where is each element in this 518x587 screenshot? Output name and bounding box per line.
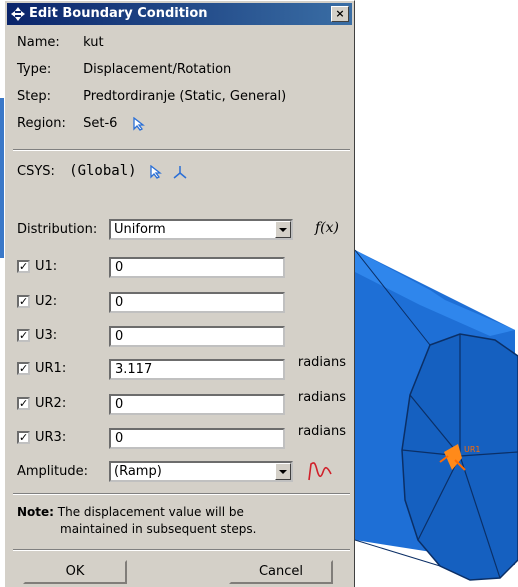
dialog-titlebar[interactable]: Edit Boundary Condition ×: [7, 3, 352, 25]
dof-label: U3:: [35, 328, 58, 343]
step-value: Predtordiranje (Static, General): [83, 89, 287, 104]
chevron-down-icon[interactable]: [275, 463, 291, 480]
distribution-select[interactable]: Uniform: [109, 219, 293, 240]
note-line1: The displacement value will be: [57, 505, 244, 519]
ok-button[interactable]: OK: [23, 560, 127, 584]
region-label: Region:: [17, 116, 66, 131]
note-line2: maintained in subsequent steps.: [60, 522, 257, 536]
edit-boundary-condition-dialog: Edit Boundary Condition × Name: kut Type…: [4, 0, 355, 587]
separator: [13, 549, 350, 551]
dof-checkbox[interactable]: ✓: [17, 431, 30, 444]
distribution-label: Distribution:: [17, 222, 98, 237]
dof-value-field[interactable]: 0: [109, 292, 285, 313]
create-csys-axes-icon[interactable]: [173, 165, 187, 179]
dof-label: U2:: [35, 294, 58, 309]
csys-value: (Global): [69, 163, 137, 179]
separator: [13, 149, 350, 151]
dof-label: UR3:: [35, 430, 67, 445]
note: Note: The displacement value will be mai…: [17, 504, 256, 538]
dof-checkbox[interactable]: ✓: [17, 260, 30, 273]
fx-function-button[interactable]: f(x): [315, 220, 339, 236]
dof-label: UR1:: [35, 361, 67, 376]
dof-label: UR2:: [35, 396, 67, 411]
note-label: Note:: [17, 505, 54, 519]
dof-label: U1:: [35, 259, 58, 274]
name-value: kut: [83, 35, 104, 50]
move-arrows-icon: [11, 7, 25, 21]
amplitude-curve-icon[interactable]: [307, 460, 333, 482]
dof-value-field[interactable]: 0: [109, 394, 285, 415]
dof-value-field[interactable]: 3.117: [109, 359, 285, 380]
dof-checkbox[interactable]: ✓: [17, 329, 30, 342]
name-row: Name: kut: [17, 35, 104, 50]
select-region-arrow-icon[interactable]: [132, 116, 146, 131]
dof-unit-label: radians: [297, 424, 346, 439]
type-value: Displacement/Rotation: [83, 62, 232, 77]
amplitude-value: (Ramp): [114, 464, 162, 479]
csys-label: CSYS:: [17, 164, 55, 179]
distribution-value: Uniform: [114, 222, 166, 237]
amplitude-select[interactable]: (Ramp): [109, 461, 293, 482]
csys-row: CSYS: (Global): [17, 163, 187, 179]
type-label: Type:: [17, 62, 52, 77]
chevron-down-icon[interactable]: [275, 221, 291, 238]
name-label: Name:: [17, 35, 60, 50]
step-label: Step:: [17, 89, 51, 104]
dof-value-field[interactable]: 0: [109, 428, 285, 449]
type-row: Type: Displacement/Rotation: [17, 62, 231, 77]
separator: [13, 493, 350, 495]
step-row: Step: Predtordiranje (Static, General): [17, 89, 286, 104]
dof-value-field[interactable]: 0: [109, 326, 285, 347]
close-button[interactable]: ×: [331, 6, 349, 22]
amplitude-label: Amplitude:: [17, 464, 88, 479]
dof-checkbox[interactable]: ✓: [17, 397, 30, 410]
dof-unit-label: radians: [297, 390, 346, 405]
dof-value-field[interactable]: 0: [109, 257, 285, 278]
dof-unit-label: radians: [297, 355, 346, 370]
select-csys-arrow-icon[interactable]: [149, 164, 163, 179]
dof-checkbox[interactable]: ✓: [17, 295, 30, 308]
dialog-title: Edit Boundary Condition: [29, 6, 208, 21]
cancel-button[interactable]: Cancel: [229, 560, 333, 584]
dof-checkbox[interactable]: ✓: [17, 362, 30, 375]
marker-label: UR1: [464, 445, 481, 454]
region-value: Set-6: [83, 116, 118, 131]
region-row: Region: Set-6: [17, 116, 146, 131]
